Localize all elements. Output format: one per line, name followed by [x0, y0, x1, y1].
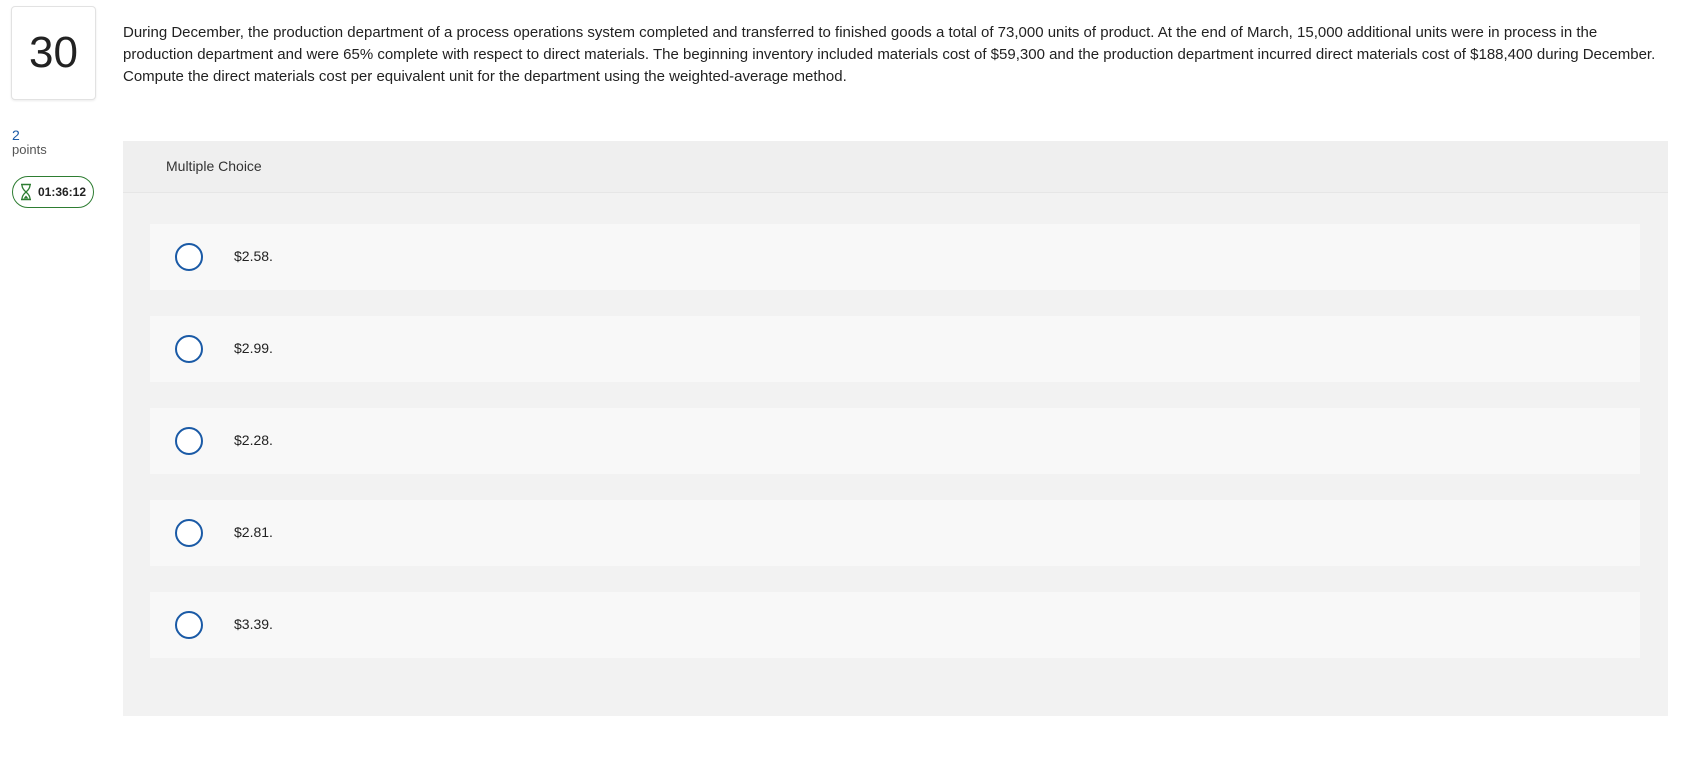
- choice-label: $2.28.: [234, 432, 273, 448]
- choice-label: $3.39.: [234, 616, 273, 632]
- choice-option-5[interactable]: $3.39.: [150, 592, 1640, 658]
- question-number: 30: [11, 6, 96, 100]
- radio-button[interactable]: [175, 243, 203, 271]
- choice-label: $2.99.: [234, 340, 273, 356]
- radio-button[interactable]: [175, 335, 203, 363]
- points-info: 2 points: [12, 127, 47, 158]
- multiple-choice-header: Multiple Choice: [123, 141, 1668, 193]
- points-label: points: [12, 142, 47, 158]
- choice-option-3[interactable]: $2.28.: [150, 408, 1640, 474]
- radio-button[interactable]: [175, 611, 203, 639]
- choice-label: $2.81.: [234, 524, 273, 540]
- choice-label: $2.58.: [234, 248, 273, 264]
- timer-badge[interactable]: 01:36:12: [12, 176, 94, 208]
- choice-option-1[interactable]: $2.58.: [150, 224, 1640, 290]
- radio-button[interactable]: [175, 427, 203, 455]
- choice-option-2[interactable]: $2.99.: [150, 316, 1640, 382]
- multiple-choice-panel: Multiple Choice $2.58. $2.99. $2.28. $2.…: [123, 141, 1668, 716]
- choice-option-4[interactable]: $2.81.: [150, 500, 1640, 566]
- choices-list: $2.58. $2.99. $2.28. $2.81. $3.39.: [123, 193, 1668, 716]
- multiple-choice-title: Multiple Choice: [166, 158, 262, 174]
- radio-button[interactable]: [175, 519, 203, 547]
- question-page: 30 2 points 01:36:12 During December, th…: [0, 0, 1704, 769]
- hourglass-icon: [20, 183, 32, 201]
- question-text: During December, the production departme…: [123, 24, 1656, 85]
- timer-text: 01:36:12: [37, 185, 87, 199]
- points-value: 2: [12, 127, 20, 143]
